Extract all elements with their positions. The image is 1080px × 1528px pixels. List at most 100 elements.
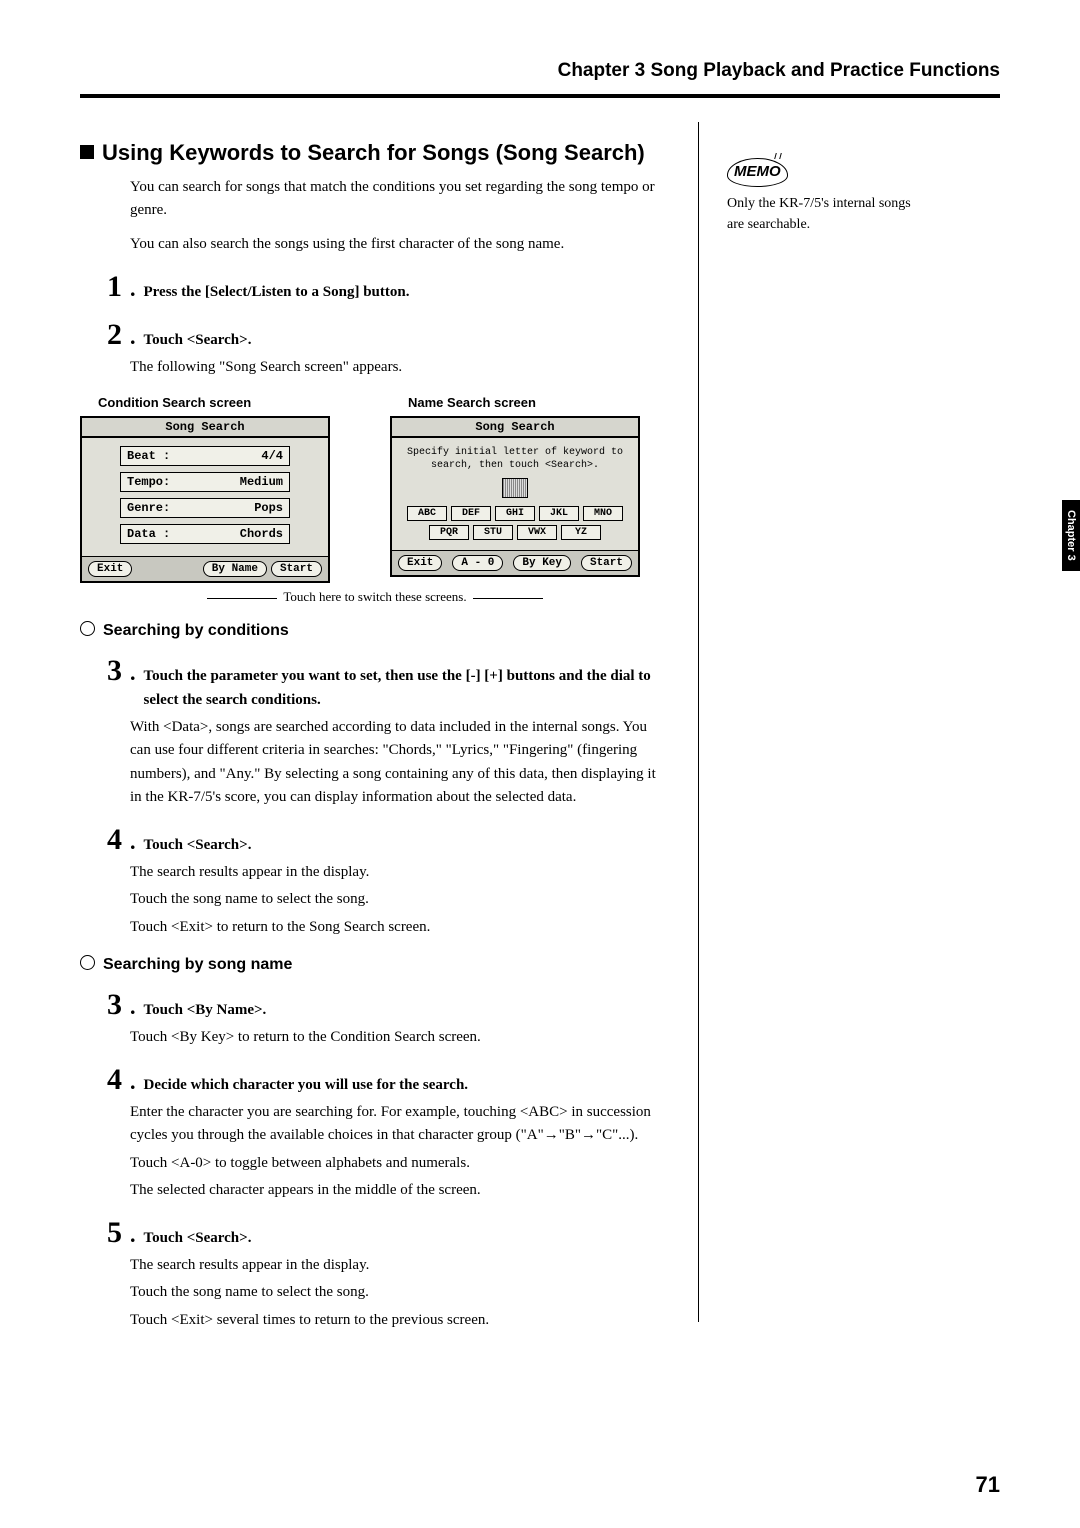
step-text: Touch <Search>. [144,328,671,352]
screenshot-row: Condition Search screen Song Search Beat… [80,395,670,583]
step-3b: 3 . Touch <By Name>. [80,988,670,1022]
side-column: MEMO Only the KR-7/5's internal songs ar… [727,122,927,235]
step-dot: . [130,1069,144,1095]
step-text: Touch <Search>. [144,1226,671,1250]
step-number: 3 [80,654,130,688]
step-3-body: With <Data>, songs are searched accordin… [130,716,670,809]
step-text: Press the [Select/Listen to a Song] butt… [144,280,671,304]
start-button[interactable]: Start [271,561,322,577]
lcd-instruction: Specify initial letter of keyword to sea… [398,446,632,472]
key-pqr[interactable]: PQR [429,525,469,540]
intro-paragraph-1: You can search for songs that match the … [80,176,670,223]
name-search-caption: Name Search screen [390,395,640,410]
condition-search-block: Condition Search screen Song Search Beat… [80,395,330,583]
intro-paragraph-2: You can also search the songs using the … [80,233,670,256]
condition-search-caption: Condition Search screen [80,395,330,410]
circle-bullet-icon [80,621,95,636]
step-text: Touch <By Name>. [144,998,671,1022]
step-4-body-3: Touch <Exit> to return to the Song Searc… [130,916,670,939]
subheading-text: Searching by conditions [103,622,289,639]
exit-button[interactable]: Exit [88,561,132,577]
step-4: 4 . Touch <Search>. [80,823,670,857]
step-number: 1 [80,270,130,304]
param-beat[interactable]: Beat : 4/4 [120,446,290,466]
lcd-title: Song Search [82,418,328,438]
main-column: Using Keywords to Search for Songs (Song… [80,122,670,1336]
step-5-body-2: Touch the song name to select the song. [130,1281,670,1304]
step-4b-body-3: The selected character appears in the mi… [130,1179,670,1202]
step-4-body-1: The search results appear in the display… [130,861,670,884]
step-number: 2 [80,318,130,352]
step-dot: . [130,1222,144,1248]
subheading-text: Searching by song name [103,956,292,973]
step-number: 3 [80,988,130,1022]
vertical-divider [698,122,699,1322]
param-genre[interactable]: Genre: Pops [120,498,290,518]
name-search-lcd: Song Search Specify initial letter of ke… [390,416,640,577]
circle-bullet-icon [80,955,95,970]
section-title-text: Using Keywords to Search for Songs (Song… [102,140,645,165]
key-vwx[interactable]: VWX [517,525,557,540]
switch-screens-note: Touch here to switch these screens. [80,589,670,605]
memo-text: Only the KR-7/5's internal songs are sea… [727,193,927,235]
key-ghi[interactable]: GHI [495,506,535,521]
key-jkl[interactable]: JKL [539,506,579,521]
step-1: 1 . Press the [Select/Listen to a Song] … [80,270,670,304]
param-value: 4/4 [261,449,283,463]
subheading-songname: Searching by song name [80,955,670,974]
param-value: Medium [240,475,283,489]
param-data[interactable]: Data : Chords [120,524,290,544]
step-dot: . [130,994,144,1020]
step-text: Decide which character you will use for … [144,1073,671,1097]
key-yz[interactable]: YZ [561,525,601,540]
subheading-conditions: Searching by conditions [80,621,670,640]
step-5-body-1: The search results appear in the display… [130,1254,670,1277]
step-3b-body: Touch <By Key> to return to the Conditio… [130,1026,670,1049]
step-dot: . [130,660,144,686]
param-value: Pops [254,501,283,515]
page-number: 71 [976,1472,1000,1498]
step-3: 3 . Touch the parameter you want to set,… [80,654,670,712]
a0-toggle-button[interactable]: A - 0 [452,555,503,571]
step-number: 4 [80,1063,130,1097]
name-search-block: Name Search screen Song Search Specify i… [390,395,640,583]
step-5-body-3: Touch <Exit> several times to return to … [130,1309,670,1332]
chapter-header: Chapter 3 Song Playback and Practice Fun… [80,60,1000,90]
start-button[interactable]: Start [581,555,632,571]
by-name-button[interactable]: By Name [203,561,267,577]
step-number: 4 [80,823,130,857]
step-2: 2 . Touch <Search>. [80,318,670,352]
key-mno[interactable]: MNO [583,506,623,521]
key-abc[interactable]: ABC [407,506,447,521]
step-5: 5 . Touch <Search>. [80,1216,670,1250]
key-grid: ABC DEF GHI JKL MNO PQR STU VWX YZ [398,506,632,540]
chapter-tab: Chapter 3 [1062,500,1080,571]
step-2-body: The following "Song Search screen" appea… [130,356,670,379]
param-label: Data : [127,527,170,541]
section-title: Using Keywords to Search for Songs (Song… [80,140,670,166]
bullet-square-icon [80,145,94,159]
exit-button[interactable]: Exit [398,555,442,571]
param-value: Chords [240,527,283,541]
step-text: Touch the parameter you want to set, the… [144,664,671,712]
header-rule [80,94,1000,98]
lcd-title: Song Search [392,418,638,438]
key-def[interactable]: DEF [451,506,491,521]
step-4-body-2: Touch the song name to select the song. [130,888,670,911]
param-label: Tempo: [127,475,170,489]
param-label: Genre: [127,501,170,515]
step-dot: . [130,324,144,350]
condition-search-lcd: Song Search Beat : 4/4 Tempo: Medium Gen… [80,416,330,583]
step-dot: . [130,276,144,302]
memo-icon: MEMO [727,158,788,187]
step-4b: 4 . Decide which character you will use … [80,1063,670,1097]
character-display [502,478,528,498]
by-key-button[interactable]: By Key [513,555,571,571]
param-tempo[interactable]: Tempo: Medium [120,472,290,492]
step-4b-body-2: Touch <A-0> to toggle between alphabets … [130,1152,670,1175]
step-text: Touch <Search>. [144,833,671,857]
step-dot: . [130,829,144,855]
step-number: 5 [80,1216,130,1250]
key-stu[interactable]: STU [473,525,513,540]
param-label: Beat : [127,449,170,463]
